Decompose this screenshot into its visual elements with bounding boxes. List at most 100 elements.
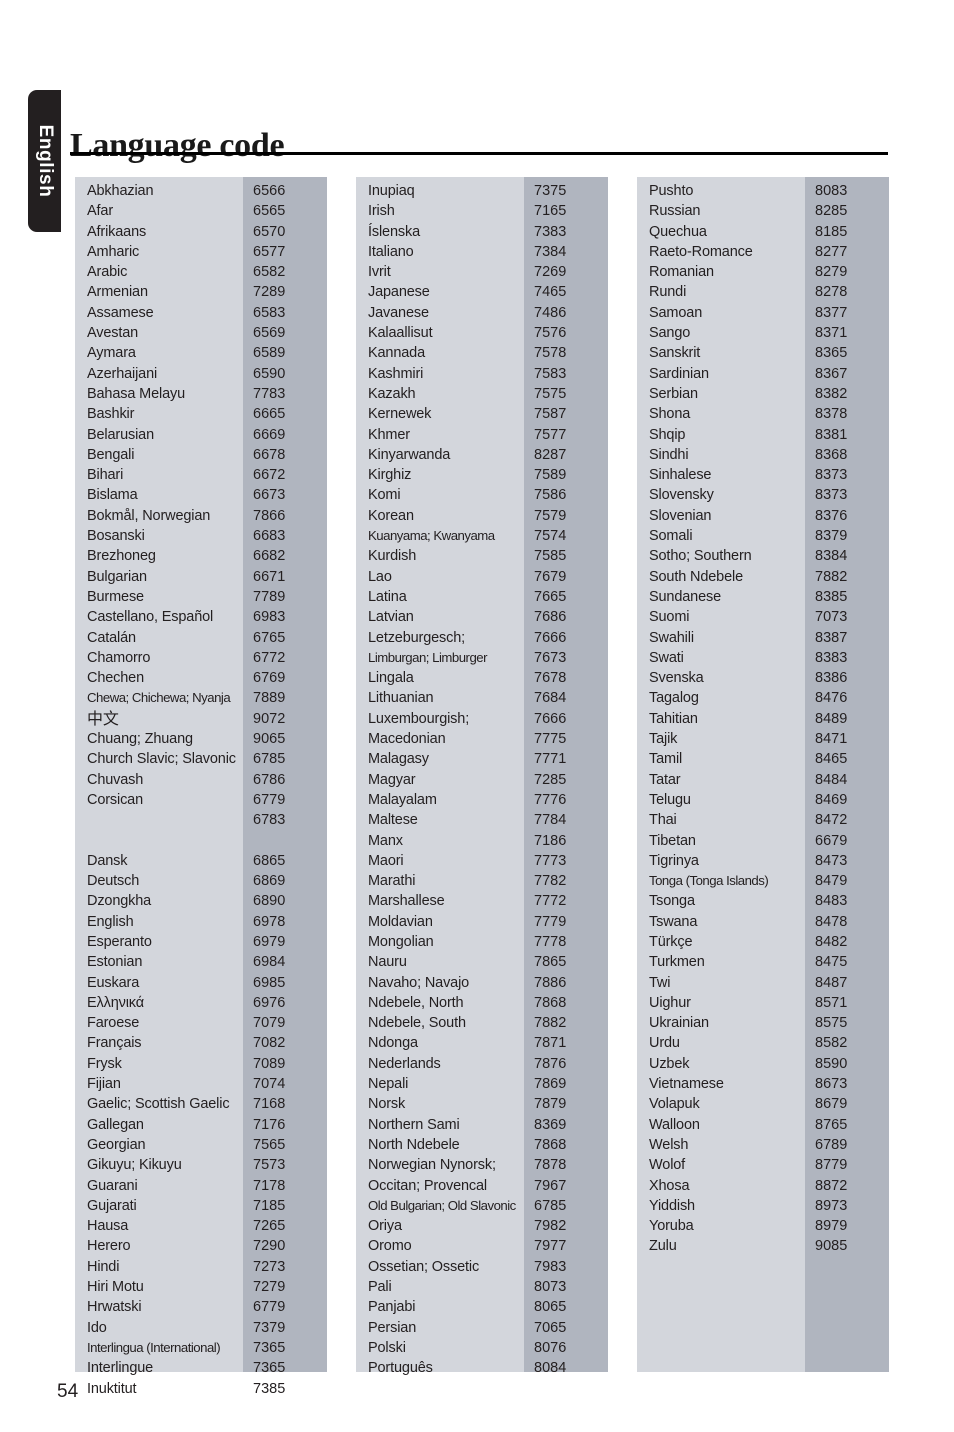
language-code: 8278 (815, 284, 848, 301)
language-code: 8371 (815, 325, 848, 342)
language-code: 7365 (253, 1339, 286, 1356)
language-code: 7186 (534, 832, 567, 849)
language-code: 7383 (534, 223, 567, 240)
language-name: Rundi (649, 284, 687, 301)
language-code: 7868 (534, 994, 567, 1011)
language-name: Estonian (87, 954, 143, 971)
language-code: 7876 (534, 1055, 567, 1072)
language-code: 6672 (253, 467, 286, 484)
language-code: 7773 (534, 852, 567, 869)
language-name: Slovenian (649, 507, 712, 524)
language-name: Malayalam (368, 791, 437, 808)
language-name: Samoan (649, 304, 703, 321)
language-name: Norsk (368, 1096, 406, 1113)
language-code: 7775 (534, 731, 567, 748)
language-name: Fijian (87, 1076, 121, 1093)
language-name-cells: Inupiaq Irish Íslenska Italiano Ivrit Japanes… (356, 177, 524, 1376)
language-name: Maltese (368, 812, 418, 829)
language-name: Ndonga (368, 1035, 418, 1052)
language-code: 6673 (253, 487, 286, 504)
language-code-column: Pushto Russian Quechua Raeto-Romance Romania… (637, 177, 889, 1372)
language-code: 6779 (253, 1299, 286, 1316)
language-name: Turkmen (649, 954, 705, 971)
language-name: Lithuanian (368, 690, 434, 707)
language-name: Hiri Motu (87, 1279, 144, 1296)
language-code: 8287 (534, 446, 567, 463)
language-code: 8373 (815, 487, 848, 504)
language-code: 8382 (815, 385, 848, 402)
language-name: Chuvash (87, 771, 144, 788)
language-code: 8489 (815, 710, 848, 727)
language-code: 6671 (253, 568, 286, 585)
language-code: 7465 (534, 284, 567, 301)
language-code: 8076 (534, 1339, 567, 1356)
language-name: Hrwatski (87, 1299, 142, 1316)
language-code: 7586 (534, 487, 567, 504)
language-code: 6589 (253, 345, 286, 362)
language-code: 7779 (534, 913, 567, 930)
language-code: 7866 (253, 507, 286, 524)
language-code: 8472 (815, 812, 848, 829)
language-code: 6569 (253, 325, 286, 342)
language-name: Tibetan (649, 832, 696, 849)
language-code: 7574 (534, 528, 567, 545)
section-tab-english: English (28, 90, 61, 232)
language-name: Northern Sami (368, 1116, 460, 1133)
language-code: 8471 (815, 731, 848, 748)
language-name: Romanian (649, 264, 714, 281)
language-code: 8378 (815, 406, 848, 423)
language-code: 7385 (253, 1380, 286, 1397)
language-code: 7871 (534, 1035, 567, 1052)
language-code: 8379 (815, 528, 848, 545)
language-name: Twi (649, 974, 671, 991)
language-name: Occitan; Provencal (368, 1177, 487, 1194)
language-code: 7365 (253, 1360, 286, 1377)
language-name: Persian (368, 1319, 417, 1336)
language-code: 7285 (534, 771, 567, 788)
language-name: Swati (649, 649, 684, 666)
language-name: Nederlands (368, 1055, 441, 1072)
language-code: 6583 (253, 304, 286, 321)
language-name: Inuktitut (87, 1380, 137, 1397)
language-name: Latina (368, 588, 407, 605)
language-code: 8979 (815, 1218, 848, 1235)
language-name-cells: Abkhazian Afar Afrikaans Amharic Arabic Armen… (75, 177, 243, 1397)
language-code: 6683 (253, 528, 286, 545)
language-name-cells: Pushto Russian Quechua Raeto-Romance Romania… (637, 177, 805, 1372)
language-name: Euskara (87, 974, 140, 991)
language-name: Deutsch (87, 873, 140, 890)
language-code: 6785 (253, 751, 286, 768)
language-code: 6979 (253, 933, 286, 950)
language-name: Svenska (649, 670, 704, 687)
page-title: Language code (70, 126, 285, 164)
language-code: 6566 (253, 183, 286, 199)
language-code: 7882 (815, 568, 848, 585)
language-code: 7185 (253, 1197, 286, 1214)
language-name: Latvian (368, 609, 414, 626)
language-code: 8872 (815, 1177, 848, 1194)
title-divider (70, 152, 888, 155)
language-name: Georgian (87, 1136, 146, 1153)
language-code: 6976 (253, 994, 286, 1011)
language-code: 7578 (534, 345, 567, 362)
language-name: Afar (87, 203, 113, 220)
language-name: Walloon (649, 1116, 700, 1133)
language-name: Marathi (368, 873, 416, 890)
language-name: Sindhi (649, 446, 689, 463)
language-code: 7878 (534, 1157, 567, 1174)
language-code: 8084 (534, 1360, 567, 1377)
language-name: Korean (368, 507, 414, 524)
language-name: Tahitian (649, 710, 698, 727)
language-code: 8575 (815, 1015, 848, 1032)
language-code-cells: 8083 8285 8185 8277 8279 8278 8377 8371 8365 8367… (805, 177, 889, 1372)
language-code: 7269 (534, 264, 567, 281)
language-name: Somali (649, 528, 693, 545)
language-name: Zulu (649, 1238, 677, 1255)
language-code: 7868 (534, 1136, 567, 1153)
language-code: 6665 (253, 406, 286, 423)
page-number: 54 (57, 1381, 79, 1402)
language-code: 7587 (534, 406, 567, 423)
language-name: Ivrit (368, 264, 391, 281)
language-code: 7783 (253, 385, 286, 402)
language-code: 8065 (534, 1299, 567, 1316)
